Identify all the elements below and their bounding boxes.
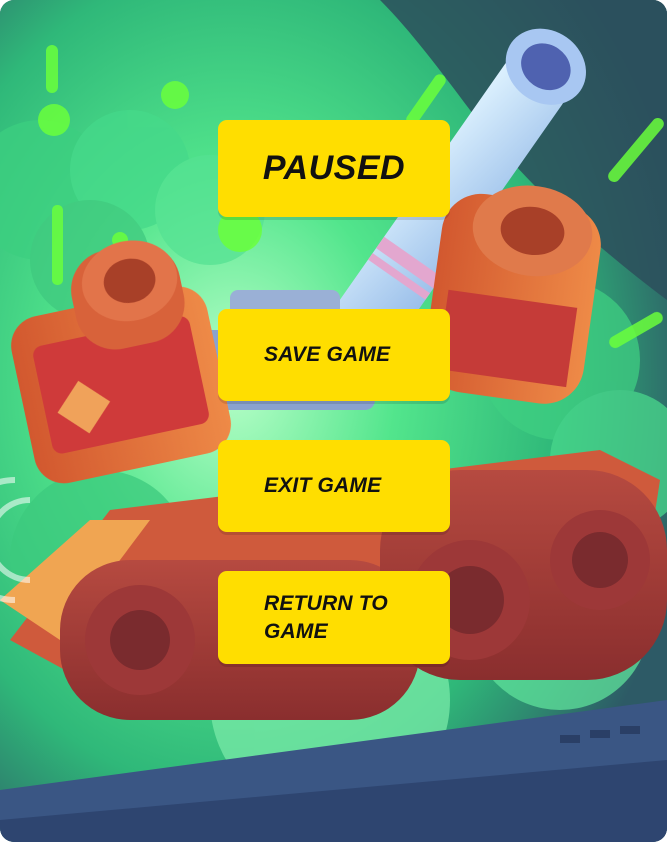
game-screen: PAUSED SAVE GAME EXIT GAME RETURN TO GAM… [0,0,667,842]
exit-game-label: EXIT GAME [264,474,382,498]
return-to-game-button[interactable]: RETURN TO GAME [218,571,450,664]
pause-title-panel: PAUSED [218,120,450,217]
save-game-button[interactable]: SAVE GAME [218,309,450,401]
return-to-game-label: RETURN TO GAME [264,592,388,643]
save-game-label: SAVE GAME [264,343,391,367]
pause-title: PAUSED [262,149,406,188]
exit-game-button[interactable]: EXIT GAME [218,440,450,532]
